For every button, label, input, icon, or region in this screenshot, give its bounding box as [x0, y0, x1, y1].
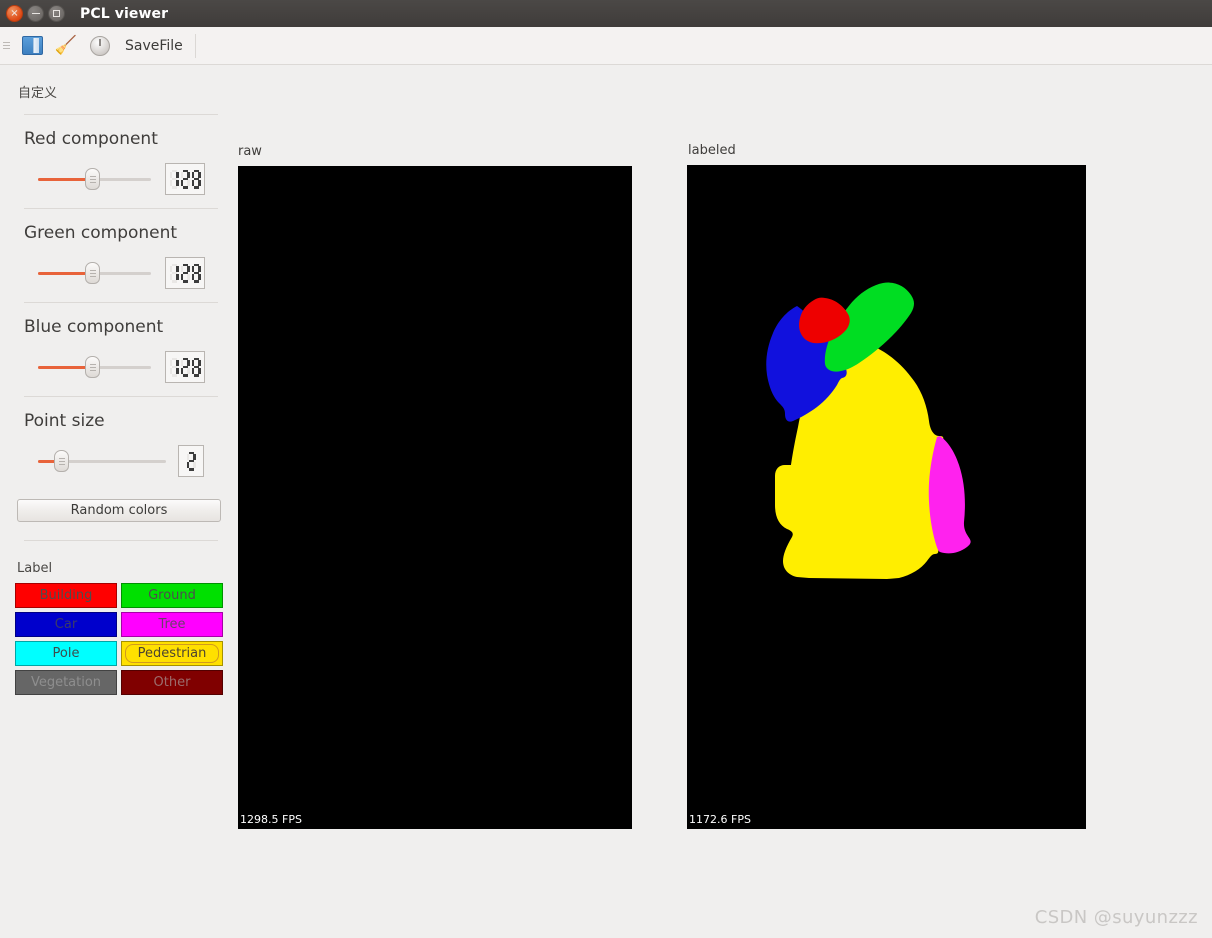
green-component-row — [38, 257, 236, 289]
lcd-digit — [169, 357, 179, 377]
lcd-digit — [169, 263, 179, 283]
maximize-icon[interactable] — [48, 5, 65, 22]
labeled-fps-readout: 1172.6 FPS — [689, 813, 751, 826]
slider-handle[interactable] — [85, 356, 101, 378]
random-colors-button[interactable]: Random colors — [17, 499, 221, 522]
label-button-vegetation[interactable]: Vegetation — [15, 670, 117, 695]
lcd-digit — [180, 357, 190, 377]
blue-component-row — [38, 351, 236, 383]
section-divider — [24, 302, 218, 303]
label-button-other[interactable]: Other — [121, 670, 223, 695]
label-button-pedestrian[interactable]: Pedestrian — [121, 641, 223, 666]
main-toolbar: 🧹 SaveFile — [0, 27, 1212, 65]
broom-icon: 🧹 — [54, 34, 78, 56]
lcd-digit — [169, 169, 179, 189]
point-size-row — [38, 445, 236, 477]
red-component-value — [165, 163, 205, 195]
power-icon — [90, 35, 110, 56]
label-button-text: Ground — [148, 588, 196, 603]
label-button-text: Car — [54, 617, 78, 632]
labeled-point-cloud — [766, 282, 971, 579]
point-size-slider[interactable] — [38, 450, 166, 472]
lcd-digit — [191, 169, 201, 189]
red-component-row — [38, 163, 236, 195]
label-button-grid: Building Ground Car Tree Pole Pedestrian Veget… — [15, 583, 223, 695]
window-title: PCL viewer — [80, 5, 169, 22]
label-section-heading: Label — [17, 561, 53, 576]
labeled-viewport[interactable]: 1172.6 FPS — [687, 165, 1086, 829]
clear-button[interactable]: 🧹 — [49, 30, 83, 62]
slider-handle[interactable] — [85, 168, 101, 190]
label-button-tree[interactable]: Tree — [121, 612, 223, 637]
reset-button[interactable] — [83, 30, 117, 62]
label-button-text: Building — [39, 588, 93, 603]
section-divider — [24, 540, 218, 541]
slider-fill — [38, 366, 93, 369]
section-divider — [24, 208, 218, 209]
open-file-button[interactable] — [15, 30, 49, 62]
minimize-icon[interactable] — [27, 5, 44, 22]
label-button-text: Tree — [158, 617, 186, 632]
lcd-digit — [186, 451, 196, 471]
slider-handle[interactable] — [54, 450, 70, 472]
window-controls: × — [6, 5, 65, 22]
red-component-label: Red component — [24, 129, 158, 149]
slider-fill — [38, 178, 93, 181]
raw-fps-readout: 1298.5 FPS — [240, 813, 302, 826]
blue-component-value — [165, 351, 205, 383]
lcd-digit — [180, 263, 190, 283]
blue-component-slider[interactable] — [38, 356, 151, 378]
slider-handle[interactable] — [85, 262, 101, 284]
save-file-button[interactable]: SaveFile — [125, 38, 183, 54]
label-button-car[interactable]: Car — [15, 612, 117, 637]
red-component-slider[interactable] — [38, 168, 151, 190]
lcd-digit — [191, 357, 201, 377]
slider-fill — [38, 272, 93, 275]
close-icon[interactable]: × — [6, 5, 23, 22]
label-button-text: Vegetation — [30, 675, 102, 690]
section-divider — [24, 114, 218, 115]
raw-viewport[interactable]: 1298.5 FPS — [238, 166, 632, 829]
point-size-value — [178, 445, 204, 477]
label-button-building[interactable]: Building — [15, 583, 117, 608]
label-button-text: Other — [153, 675, 191, 690]
sidebar-title: 自定义 — [18, 86, 58, 101]
labeled-viewport-caption: labeled — [688, 143, 736, 158]
blue-component-label: Blue component — [24, 317, 164, 337]
label-button-pole[interactable]: Pole — [15, 641, 117, 666]
lcd-digit — [180, 169, 190, 189]
label-button-text: Pedestrian — [137, 646, 207, 661]
label-button-text: Pole — [52, 646, 80, 661]
open-file-icon — [21, 36, 43, 55]
green-component-label: Green component — [24, 223, 178, 243]
green-component-value — [165, 257, 205, 289]
window-titlebar: × PCL viewer — [0, 0, 1212, 27]
csdn-watermark: CSDN @suyunzzz — [1034, 907, 1198, 928]
raw-viewport-caption: raw — [238, 144, 262, 159]
magenta-segment — [928, 436, 971, 554]
toolbar-drag-handle[interactable] — [3, 35, 12, 57]
point-size-label: Point size — [24, 411, 105, 431]
toolbar-separator — [194, 33, 196, 58]
label-button-ground[interactable]: Ground — [121, 583, 223, 608]
lcd-digit — [191, 263, 201, 283]
green-component-slider[interactable] — [38, 262, 151, 284]
control-sidebar: 自定义 Red component Green component Blue c… — [0, 65, 236, 695]
section-divider — [24, 396, 218, 397]
